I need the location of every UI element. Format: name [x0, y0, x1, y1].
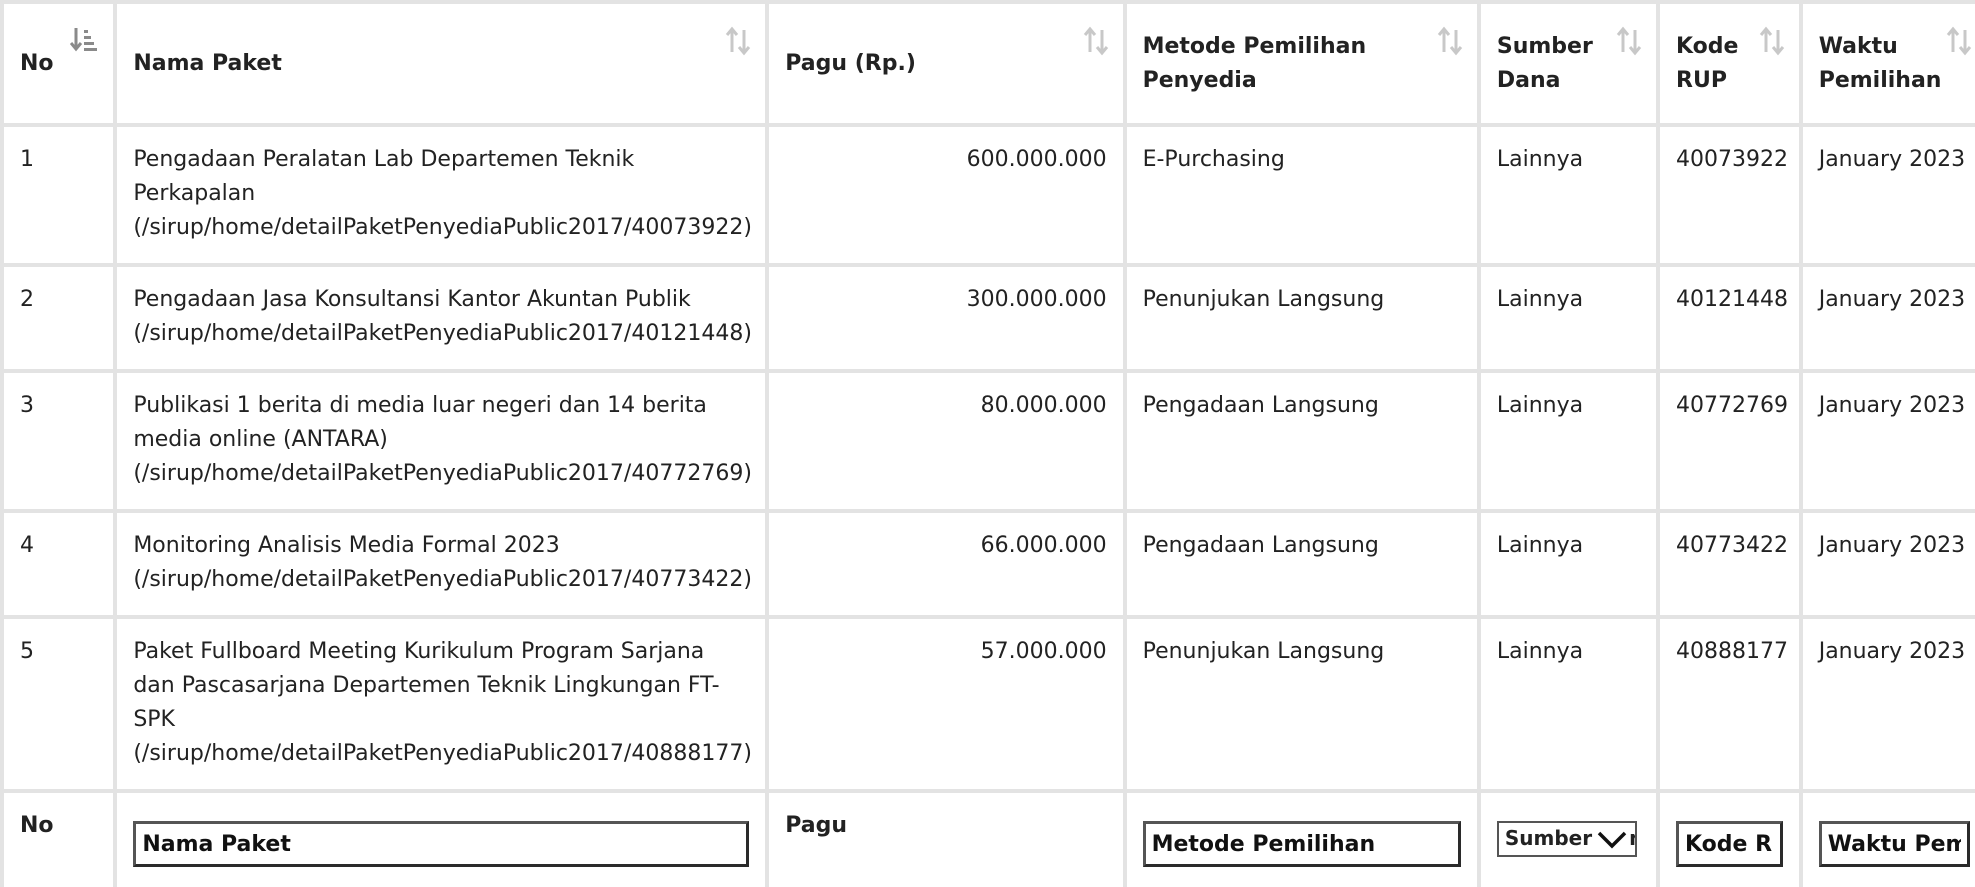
paket-table-container: No Nama Paket Pagu (Rp.) Metode Pemiliha… [0, 0, 1975, 887]
filter-sumber-cell: Sumber Dana [1480, 793, 1657, 887]
cell-kode-rup: 40073922 [1660, 127, 1799, 263]
sort-icon[interactable] [725, 26, 751, 56]
table-row[interactable]: 4 Monitoring Analisis Media Formal 2023 (… [4, 513, 1975, 615]
cell-nama-paket: Paket Fullboard Meeting Kurikulum Progra… [117, 619, 766, 789]
kode-rup-filter-input[interactable] [1676, 821, 1783, 867]
filter-metode-cell [1126, 793, 1477, 887]
header-kode-rup[interactable]: Kode RUP [1660, 4, 1799, 123]
header-no[interactable]: No [4, 4, 114, 123]
header-label: Kode RUP [1676, 33, 1739, 93]
header-sumber-dana[interactable]: Sumber Dana [1480, 4, 1657, 123]
sumber-dana-filter-select[interactable]: Sumber Dana [1496, 821, 1637, 857]
cell-no: 3 [4, 373, 114, 509]
cell-pagu: 66.000.000 [769, 513, 1123, 615]
cell-kode-rup: 40772769 [1660, 373, 1799, 509]
header-label: Sumber Dana [1496, 33, 1593, 93]
cell-metode: Pengadaan Langsung [1126, 513, 1477, 615]
filter-nama-cell [117, 793, 766, 887]
cell-nama-paket: Pengadaan Peralatan Lab Departemen Tekni… [117, 127, 766, 263]
header-label: Waktu Pemilihan [1818, 33, 1942, 93]
cell-no: 5 [4, 619, 114, 789]
table-header-row: No Nama Paket Pagu (Rp.) Metode Pemiliha… [4, 4, 1975, 123]
header-label: No [20, 50, 54, 76]
filter-row: No Pagu Sumber Dana [4, 793, 1975, 887]
paket-table: No Nama Paket Pagu (Rp.) Metode Pemiliha… [0, 0, 1975, 887]
paket-name: Pengadaan Jasa Konsultansi Kantor Akunta… [133, 287, 691, 312]
header-metode-pemilihan[interactable]: Metode Pemilihan Penyedia [1126, 4, 1477, 123]
header-waktu-pemilihan[interactable]: Waktu Pemilihan [1802, 4, 1975, 123]
header-label: Nama Paket [133, 50, 282, 76]
header-pagu[interactable]: Pagu (Rp.) [769, 4, 1123, 123]
paket-link[interactable]: (/sirup/home/detailPaketPenyediaPublic20… [133, 461, 752, 486]
paket-name: Publikasi 1 berita di media luar negeri … [133, 393, 707, 452]
cell-waktu: January 2023 [1802, 373, 1975, 509]
cell-sumber: Lainnya [1480, 513, 1657, 615]
filter-waktu-cell [1802, 793, 1975, 887]
paket-name: Monitoring Analisis Media Formal 2023 [133, 533, 560, 558]
cell-waktu: January 2023 [1802, 619, 1975, 789]
cell-sumber: Lainnya [1480, 127, 1657, 263]
cell-metode: Penunjukan Langsung [1126, 267, 1477, 369]
cell-pagu: 57.000.000 [769, 619, 1123, 789]
table-row[interactable]: 5 Paket Fullboard Meeting Kurikulum Prog… [4, 619, 1975, 789]
cell-no: 2 [4, 267, 114, 369]
table-row[interactable]: 3 Publikasi 1 berita di media luar neger… [4, 373, 1975, 509]
table-row[interactable]: 2 Pengadaan Jasa Konsultansi Kantor Akun… [4, 267, 1975, 369]
sort-icon[interactable] [1083, 26, 1109, 56]
cell-sumber: Lainnya [1480, 619, 1657, 789]
paket-name: Paket Fullboard Meeting Kurikulum Progra… [133, 639, 720, 732]
metode-pemilihan-filter-input[interactable] [1142, 821, 1461, 867]
header-label: Metode Pemilihan Penyedia [1142, 33, 1367, 93]
cell-metode: Penunjukan Langsung [1126, 619, 1477, 789]
cell-pagu: 600.000.000 [769, 127, 1123, 263]
cell-pagu: 80.000.000 [769, 373, 1123, 509]
cell-no: 4 [4, 513, 114, 615]
cell-waktu: January 2023 [1802, 127, 1975, 263]
table-row[interactable]: 1 Pengadaan Peralatan Lab Departemen Tek… [4, 127, 1975, 263]
cell-nama-paket: Publikasi 1 berita di media luar negeri … [117, 373, 766, 509]
cell-kode-rup: 40121448 [1660, 267, 1799, 369]
filter-no-label: No [4, 793, 114, 887]
cell-nama-paket: Pengadaan Jasa Konsultansi Kantor Akunta… [117, 267, 766, 369]
paket-link[interactable]: (/sirup/home/detailPaketPenyediaPublic20… [133, 215, 752, 240]
sort-icon[interactable] [1437, 26, 1463, 56]
header-label: Pagu (Rp.) [785, 50, 916, 76]
filter-pagu-label: Pagu [769, 793, 1123, 887]
paket-link[interactable]: (/sirup/home/detailPaketPenyediaPublic20… [133, 321, 752, 346]
nama-paket-filter-input[interactable] [133, 821, 750, 867]
cell-sumber: Lainnya [1480, 373, 1657, 509]
cell-pagu: 300.000.000 [769, 267, 1123, 369]
chevron-down-icon [1594, 827, 1629, 853]
cell-waktu: January 2023 [1802, 267, 1975, 369]
sort-icon[interactable] [1946, 26, 1972, 56]
cell-metode: Pengadaan Langsung [1126, 373, 1477, 509]
cell-metode: E-Purchasing [1126, 127, 1477, 263]
sort-icon[interactable] [1759, 26, 1785, 56]
header-nama-paket[interactable]: Nama Paket [117, 4, 766, 123]
cell-kode-rup: 40888177 [1660, 619, 1799, 789]
waktu-pemilihan-filter-input[interactable] [1818, 821, 1970, 867]
cell-waktu: January 2023 [1802, 513, 1975, 615]
cell-no: 1 [4, 127, 114, 263]
cell-nama-paket: Monitoring Analisis Media Formal 2023 (/s… [117, 513, 766, 615]
filter-kode-cell [1660, 793, 1799, 887]
sort-icon[interactable] [1616, 26, 1642, 56]
paket-link[interactable]: (/sirup/home/detailPaketPenyediaPublic20… [133, 741, 752, 766]
paket-name: Pengadaan Peralatan Lab Departemen Tekni… [133, 147, 635, 206]
paket-link[interactable]: (/sirup/home/detailPaketPenyediaPublic20… [133, 567, 752, 592]
cell-kode-rup: 40773422 [1660, 513, 1799, 615]
cell-sumber: Lainnya [1480, 267, 1657, 369]
sort-ascending-icon[interactable] [70, 26, 97, 56]
